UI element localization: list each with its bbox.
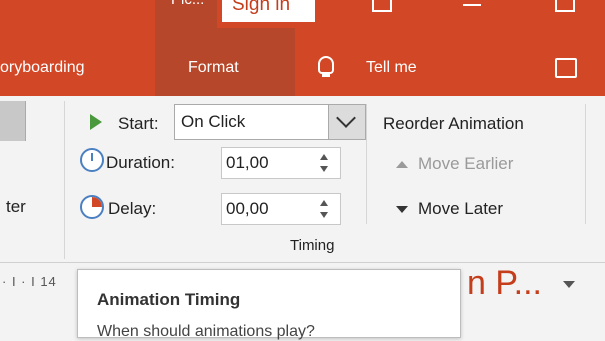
tooltip-title: Animation Timing xyxy=(97,290,241,309)
group-divider xyxy=(585,104,586,224)
reorder-title: Reorder Animation xyxy=(383,114,524,133)
ribbon-tab-bar xyxy=(0,28,605,96)
triangle-up-icon xyxy=(396,161,408,168)
spinner-down-icon[interactable] xyxy=(320,212,328,218)
triangle-down-icon xyxy=(396,206,408,213)
play-icon xyxy=(90,114,102,130)
start-label: Start: xyxy=(118,114,159,133)
sign-in-button[interactable]: Sign in xyxy=(222,0,315,22)
delay-stepper[interactable]: 00,00 xyxy=(221,193,341,225)
tab-storyboarding[interactable]: oryboarding xyxy=(0,59,85,77)
preview-button[interactable] xyxy=(0,101,26,141)
spinner-up-icon[interactable] xyxy=(320,154,328,160)
share-icon[interactable] xyxy=(555,58,577,78)
delay-value: 00,00 xyxy=(226,199,269,218)
tab-format[interactable]: Format xyxy=(188,59,239,77)
group-divider xyxy=(366,104,367,224)
duration-value: 01,00 xyxy=(226,153,269,172)
ribbon-display-options-icon[interactable] xyxy=(372,0,392,12)
chevron-down-icon[interactable] xyxy=(563,281,575,288)
app-title-tab[interactable]: Pic... xyxy=(155,0,217,28)
delay-label: Delay: xyxy=(108,199,157,218)
clock-icon xyxy=(80,148,104,172)
lightbulb-icon xyxy=(318,56,334,77)
document-title: n P... xyxy=(467,264,542,302)
move-later-button[interactable]: Move Later xyxy=(418,199,503,219)
spinner-down-icon[interactable] xyxy=(320,166,328,172)
ruler: · I · I 14 xyxy=(2,274,57,289)
duration-label: Duration: xyxy=(106,153,175,172)
chevron-down-icon[interactable] xyxy=(328,105,365,139)
minimize-icon[interactable] xyxy=(463,4,481,6)
tooltip-body: When should animations play? xyxy=(97,323,315,340)
start-value: On Click xyxy=(181,112,246,131)
timing-group-label: Timing xyxy=(290,237,335,254)
restore-icon[interactable] xyxy=(555,0,575,12)
tooltip: Animation Timing When should animations … xyxy=(77,269,461,340)
partial-left-label: ter xyxy=(6,197,26,216)
duration-stepper[interactable]: 01,00 xyxy=(221,147,341,179)
start-dropdown[interactable]: On Click xyxy=(174,104,366,140)
tell-me-search[interactable]: Tell me xyxy=(366,59,417,77)
app-title-text: Pic... xyxy=(171,0,204,8)
spinner-up-icon[interactable] xyxy=(320,200,328,206)
move-earlier-button[interactable]: Move Earlier xyxy=(418,154,513,174)
delay-clock-icon xyxy=(80,195,104,219)
sign-in-label: Sign in xyxy=(232,0,291,15)
group-divider xyxy=(64,101,65,259)
